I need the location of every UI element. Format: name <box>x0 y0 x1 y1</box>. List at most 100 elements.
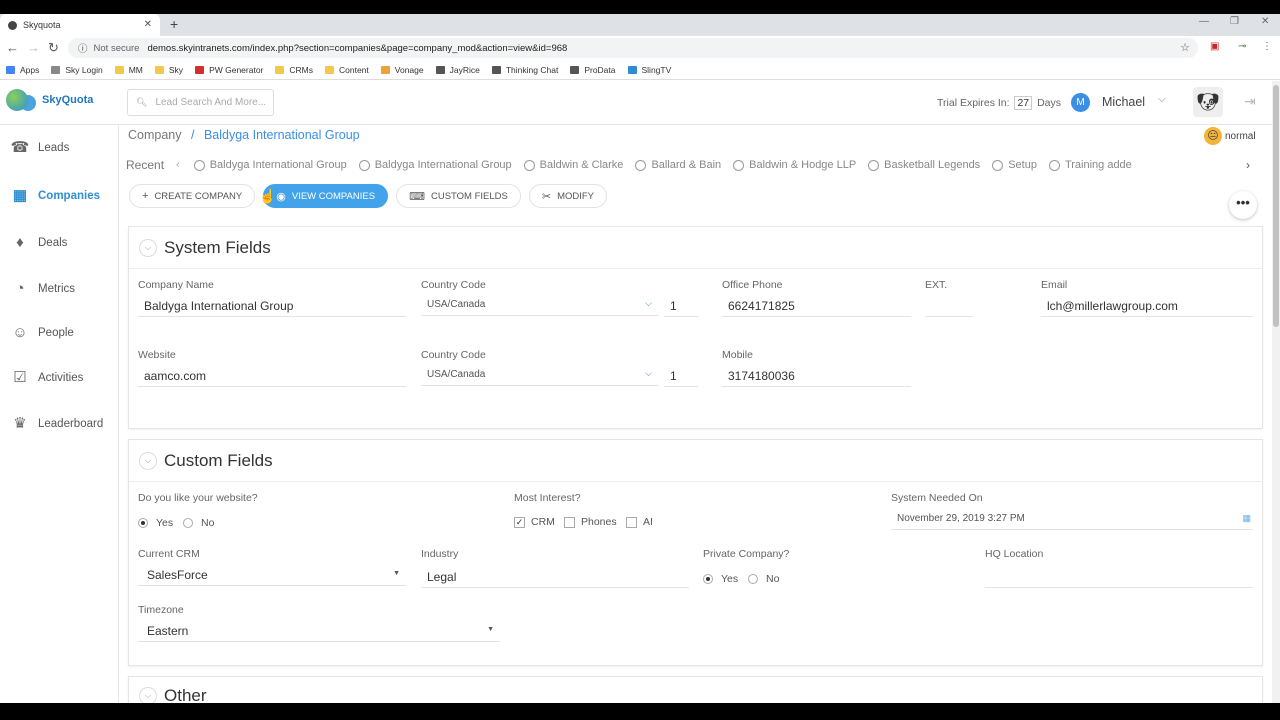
calendar-icon[interactable]: ▦ <box>1242 513 1251 524</box>
breadcrumb-company[interactable]: Company <box>128 128 182 142</box>
sidebar-item-leaderboard[interactable]: ♛ Leaderboard <box>0 402 119 446</box>
user-menu-chevron-icon[interactable]: ⌵ <box>1158 94 1166 105</box>
hq-location-field[interactable] <box>985 566 1253 588</box>
bookmark-item[interactable]: SlingTV <box>627 65 671 75</box>
recent-item[interactable]: Baldwin & Clarke <box>523 159 623 171</box>
country-number-field[interactable]: 1 <box>664 295 698 317</box>
recent-next-icon[interactable]: › <box>1238 155 1258 175</box>
skyquota-logo[interactable]: SkyQuota <box>6 89 93 111</box>
custom-fields-button[interactable]: ⌨ CUSTOM FIELDS <box>396 184 521 208</box>
private-no-radio[interactable]: No <box>748 573 779 585</box>
yes-label: Yes <box>156 517 174 529</box>
collapse-chevron-icon[interactable]: ⌵ <box>139 451 157 470</box>
minimize-icon[interactable]: — <box>1199 16 1209 27</box>
bookmark-item[interactable]: JayRice <box>435 65 480 75</box>
recent-item-label: Setup <box>1008 159 1037 171</box>
bookmark-item[interactable]: Sky <box>154 65 183 75</box>
bookmark-item[interactable]: MM <box>114 65 143 75</box>
scrollbar-thumb[interactable] <box>1273 85 1279 327</box>
bookmark-item[interactable]: Thinking Chat <box>491 65 558 75</box>
recent-item[interactable]: Baldwin & Hodge LLP <box>733 159 856 171</box>
country-code-2-select[interactable]: USA/Canada ⌵ <box>421 364 658 386</box>
bookmark-label: ProData <box>584 64 616 75</box>
modify-button[interactable]: ✂ MODIFY <box>528 184 608 208</box>
recent-item-icon <box>635 159 647 171</box>
sidebar-item-companies[interactable]: ▦ Companies <box>0 174 119 218</box>
bookmark-item[interactable]: Apps <box>6 65 39 75</box>
restore-icon[interactable]: ❐ <box>1230 16 1239 27</box>
breadcrumb-current[interactable]: Baldyga International Group <box>204 128 360 142</box>
system-fields-header[interactable]: ⌵ System Fields <box>129 227 1262 269</box>
info-icon[interactable]: ⓘ <box>78 41 88 55</box>
private-yes-radio[interactable]: Yes <box>703 573 738 585</box>
bookmark-icon <box>51 65 61 74</box>
sidebar-item-deals[interactable]: ♦ Deals <box>0 221 119 265</box>
sidebar-item-activities[interactable]: ☑ Activities <box>0 356 119 400</box>
website-no-radio[interactable]: No <box>183 517 214 529</box>
view-companies-button[interactable]: ◉ VIEW COMPANIES <box>263 184 389 208</box>
browser-tab[interactable]: Skyquota ✕ <box>0 14 160 36</box>
lead-search-input[interactable]: 🔍︎ Lead Search And More... <box>127 89 274 116</box>
bookmark-item[interactable]: Sky Login <box>51 65 103 75</box>
current-crm-select[interactable]: SalesForce ▼ <box>138 564 406 586</box>
forward-icon[interactable]: → <box>27 40 40 55</box>
create-company-label: CREATE COMPANY <box>154 190 243 202</box>
industry-field[interactable]: Legal <box>421 566 689 588</box>
country-number-2-field[interactable]: 1 <box>664 365 698 387</box>
sidebar-item-people[interactable]: ☺ People <box>0 311 119 355</box>
recent-item[interactable]: Training adde <box>1048 159 1132 171</box>
timezone-select[interactable]: Eastern ▼ <box>138 620 500 642</box>
bookmark-item[interactable]: Content <box>325 65 369 75</box>
recent-item[interactable]: Ballard & Bain <box>635 159 721 171</box>
bookmark-star-icon[interactable]: ☆ <box>1180 41 1190 54</box>
mascot-avatar-icon[interactable]: 🐶︎ <box>1193 87 1223 117</box>
system-needed-field[interactable]: November 29, 2019 3:27 PM ▦ <box>891 508 1253 530</box>
recent-item[interactable]: Basketball Legends <box>868 159 980 171</box>
bookmark-item[interactable]: Vonage <box>380 65 424 75</box>
logout-icon[interactable]: ⇥ <box>1244 93 1256 110</box>
recent-item[interactable]: Setup <box>992 159 1037 171</box>
recent-prev-icon[interactable]: ‹ <box>176 159 180 171</box>
url-field[interactable]: ⓘ Not secure demos.skyintranets.com/inde… <box>68 38 1198 58</box>
bookmark-item[interactable]: CRMs <box>275 65 313 75</box>
collapse-chevron-icon[interactable]: ⌵ <box>139 238 157 257</box>
close-window-icon[interactable]: ✕ <box>1261 16 1269 27</box>
new-tab-icon[interactable]: + <box>170 16 178 32</box>
back-icon[interactable]: ← <box>6 40 19 55</box>
email-field[interactable]: lch@millerlawgroup.com <box>1041 295 1253 317</box>
phones-checkbox[interactable]: Phones <box>564 516 617 528</box>
ext-field[interactable] <box>925 295 973 317</box>
app-header: SkyQuota 🔍︎ Lead Search And More... Tria… <box>0 81 1272 125</box>
extension-icon[interactable]: ▣ <box>1210 41 1219 52</box>
mobile-field[interactable]: 3174180036 <box>722 365 911 387</box>
recent-item-icon <box>992 159 1004 171</box>
recent-item[interactable]: Baldyga International Group <box>193 159 347 171</box>
bookmark-label: CRMs <box>289 64 313 75</box>
page-scrollbar[interactable] <box>1272 81 1280 703</box>
mood-indicator[interactable]: 😐︎ normal <box>1204 127 1256 145</box>
close-tab-icon[interactable]: ✕ <box>144 19 152 30</box>
user-avatar[interactable]: M <box>1071 93 1090 112</box>
main-content: Company / Baldyga International Group 😐︎… <box>119 126 1272 716</box>
sidebar-item-leads[interactable]: ☎ Leads <box>0 126 119 170</box>
recent-item[interactable]: Baldyga International Group <box>358 159 512 171</box>
bookmark-item[interactable]: PW Generator <box>195 65 263 75</box>
company-name-field[interactable]: Baldyga International Group <box>138 295 406 317</box>
user-name[interactable]: Michael <box>1102 95 1145 109</box>
sidebar-item-label: Activities <box>38 372 84 384</box>
sidebar-item-metrics[interactable]: ◔ Metrics <box>0 267 119 311</box>
crm-checkbox[interactable]: ✓ CRM <box>514 516 555 528</box>
reload-icon[interactable]: ↻ <box>48 40 59 56</box>
website-field[interactable]: aamco.com <box>138 365 406 387</box>
custom-fields-header[interactable]: ⌵ Custom Fields <box>129 440 1262 482</box>
country-code-select[interactable]: USA/Canada ⌵ <box>421 294 658 316</box>
website-yes-radio[interactable]: Yes <box>138 517 173 529</box>
create-company-button[interactable]: + CREATE COMPANY <box>129 184 256 208</box>
bookmark-item[interactable]: ProData <box>570 64 616 75</box>
extension-icon-2[interactable]: ⊸ <box>1238 41 1246 52</box>
logo-mark-icon <box>6 89 28 111</box>
more-options-button[interactable]: ••• <box>1229 191 1257 219</box>
ai-checkbox[interactable]: AI <box>626 516 653 528</box>
browser-menu-icon[interactable]: ⋮ <box>1262 41 1272 52</box>
office-phone-field[interactable]: 6624171825 <box>722 295 911 317</box>
